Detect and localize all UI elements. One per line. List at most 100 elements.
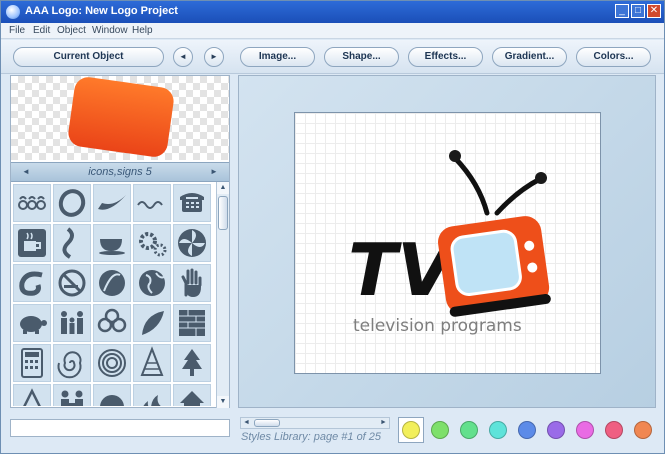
- maximize-button[interactable]: □: [631, 4, 645, 18]
- spiral-icon: [57, 351, 82, 379]
- icon-cell[interactable]: [93, 224, 131, 262]
- preview-shape: [66, 75, 176, 159]
- icon-cell[interactable]: [173, 344, 211, 382]
- style-swatch[interactable]: [518, 421, 536, 439]
- family-icon: [61, 311, 83, 334]
- icon-cell[interactable]: [133, 184, 171, 222]
- globe-icon: [139, 270, 165, 296]
- gradient-button[interactable]: Gradient...: [492, 47, 567, 67]
- hand-icon: [181, 268, 202, 297]
- style-swatch[interactable]: [576, 421, 594, 439]
- icon-cell[interactable]: [173, 224, 211, 262]
- styles-scroll-left-button[interactable]: ◄: [241, 418, 252, 428]
- icon-cell[interactable]: [133, 384, 171, 406]
- object-preview: [11, 75, 229, 160]
- styles-scroll-right-button[interactable]: ►: [378, 418, 389, 428]
- icon-cell[interactable]: [13, 304, 51, 342]
- library-scrollbar[interactable]: ▲ ▼: [216, 182, 229, 408]
- style-swatch[interactable]: [547, 421, 565, 439]
- current-object-button[interactable]: Current Object: [13, 47, 164, 67]
- icon-cell[interactable]: [93, 344, 131, 382]
- colors-button[interactable]: Colors...: [576, 47, 651, 67]
- icon-cell[interactable]: [93, 264, 131, 302]
- menu-edit[interactable]: Edit: [33, 25, 50, 36]
- icon-cell[interactable]: [133, 264, 171, 302]
- icon-cell[interactable]: [133, 224, 171, 262]
- pinwheel-icon: [178, 229, 206, 257]
- fir-tree-icon: [182, 349, 202, 376]
- icon-cell[interactable]: [53, 344, 91, 382]
- icon-cell[interactable]: [53, 304, 91, 342]
- feather-icon: [142, 311, 164, 335]
- leaf-circle-icon: [99, 270, 125, 296]
- swirls-icon: [18, 196, 46, 210]
- selected-style-swatch[interactable]: [398, 417, 424, 443]
- style-swatch[interactable]: [605, 421, 623, 439]
- antenna-left: [452, 155, 490, 216]
- menu-file[interactable]: File: [9, 25, 25, 36]
- no-smoking-icon: [58, 269, 86, 297]
- logo-canvas[interactable]: TV television programs: [294, 112, 601, 374]
- icon-cell[interactable]: [53, 224, 91, 262]
- menu-bar: File Edit Object Window Help: [1, 23, 664, 39]
- styles-scroll-thumb[interactable]: [254, 419, 280, 427]
- logo-artwork: TV television programs: [348, 150, 551, 336]
- icon-cell[interactable]: [13, 344, 51, 382]
- icon-cell[interactable]: [133, 344, 171, 382]
- icon-cell[interactable]: [53, 384, 91, 406]
- effects-button[interactable]: Effects...: [408, 47, 483, 67]
- cup-icon: [99, 239, 125, 255]
- styles-scrollbar[interactable]: ◄ ►: [240, 417, 390, 429]
- image-button[interactable]: Image...: [240, 47, 315, 67]
- icon-cell[interactable]: [173, 384, 211, 406]
- shape-button[interactable]: Shape...: [324, 47, 399, 67]
- library-next-button[interactable]: ►: [205, 165, 223, 179]
- logo-tagline: television programs: [353, 316, 522, 336]
- icon-cell[interactable]: [173, 264, 211, 302]
- icon-cell[interactable]: [133, 304, 171, 342]
- icon-cell[interactable]: [13, 184, 51, 222]
- flames-icon: [143, 395, 161, 406]
- icon-cell[interactable]: [13, 224, 51, 262]
- icon-cell[interactable]: [93, 304, 131, 342]
- icon-grid: [13, 184, 215, 406]
- icon-cell[interactable]: [93, 384, 131, 406]
- close-button[interactable]: ✕: [647, 4, 661, 18]
- app-logo-icon: [6, 5, 20, 19]
- title-bar[interactable]: AAA Logo: New Logo Project _ □ ✕: [1, 1, 664, 23]
- object-name-input[interactable]: [10, 419, 230, 437]
- clover-icon: [97, 308, 127, 333]
- brick-wall-icon: [179, 310, 205, 336]
- scroll-up-button[interactable]: ▲: [217, 182, 229, 194]
- icon-cell[interactable]: [13, 384, 51, 406]
- object-library-panel: ◄ icons,signs 5 ► ▲ ▼: [10, 75, 230, 408]
- antenna-tip-right: [535, 172, 547, 184]
- coffee-cup-icon: [18, 229, 46, 257]
- scroll-thumb[interactable]: [218, 196, 228, 230]
- icon-cell[interactable]: [93, 184, 131, 222]
- library-prev-button[interactable]: ◄: [17, 165, 35, 179]
- swoosh-icon: [98, 195, 126, 210]
- icon-cell[interactable]: [53, 264, 91, 302]
- style-swatch[interactable]: [431, 421, 449, 439]
- style-swatch: [402, 421, 420, 439]
- menu-window[interactable]: Window: [92, 25, 128, 36]
- menu-help[interactable]: Help: [132, 25, 153, 36]
- scroll-down-button[interactable]: ▼: [217, 396, 229, 408]
- icon-cell[interactable]: [173, 184, 211, 222]
- style-swatch[interactable]: [460, 421, 478, 439]
- icon-cell[interactable]: [13, 264, 51, 302]
- tv-icon: [438, 216, 551, 317]
- menu-object[interactable]: Object: [57, 25, 86, 36]
- swirl-ball-icon: [100, 395, 124, 406]
- turtle-icon: [20, 316, 47, 334]
- style-swatch[interactable]: [634, 421, 652, 439]
- style-swatch[interactable]: [489, 421, 507, 439]
- previous-object-button[interactable]: ◄: [173, 47, 193, 67]
- house-icon: [180, 391, 204, 406]
- icon-cell[interactable]: [173, 304, 211, 342]
- next-object-button[interactable]: ►: [204, 47, 224, 67]
- minimize-button[interactable]: _: [615, 4, 629, 18]
- telephone-icon: [180, 193, 204, 212]
- icon-cell[interactable]: [53, 184, 91, 222]
